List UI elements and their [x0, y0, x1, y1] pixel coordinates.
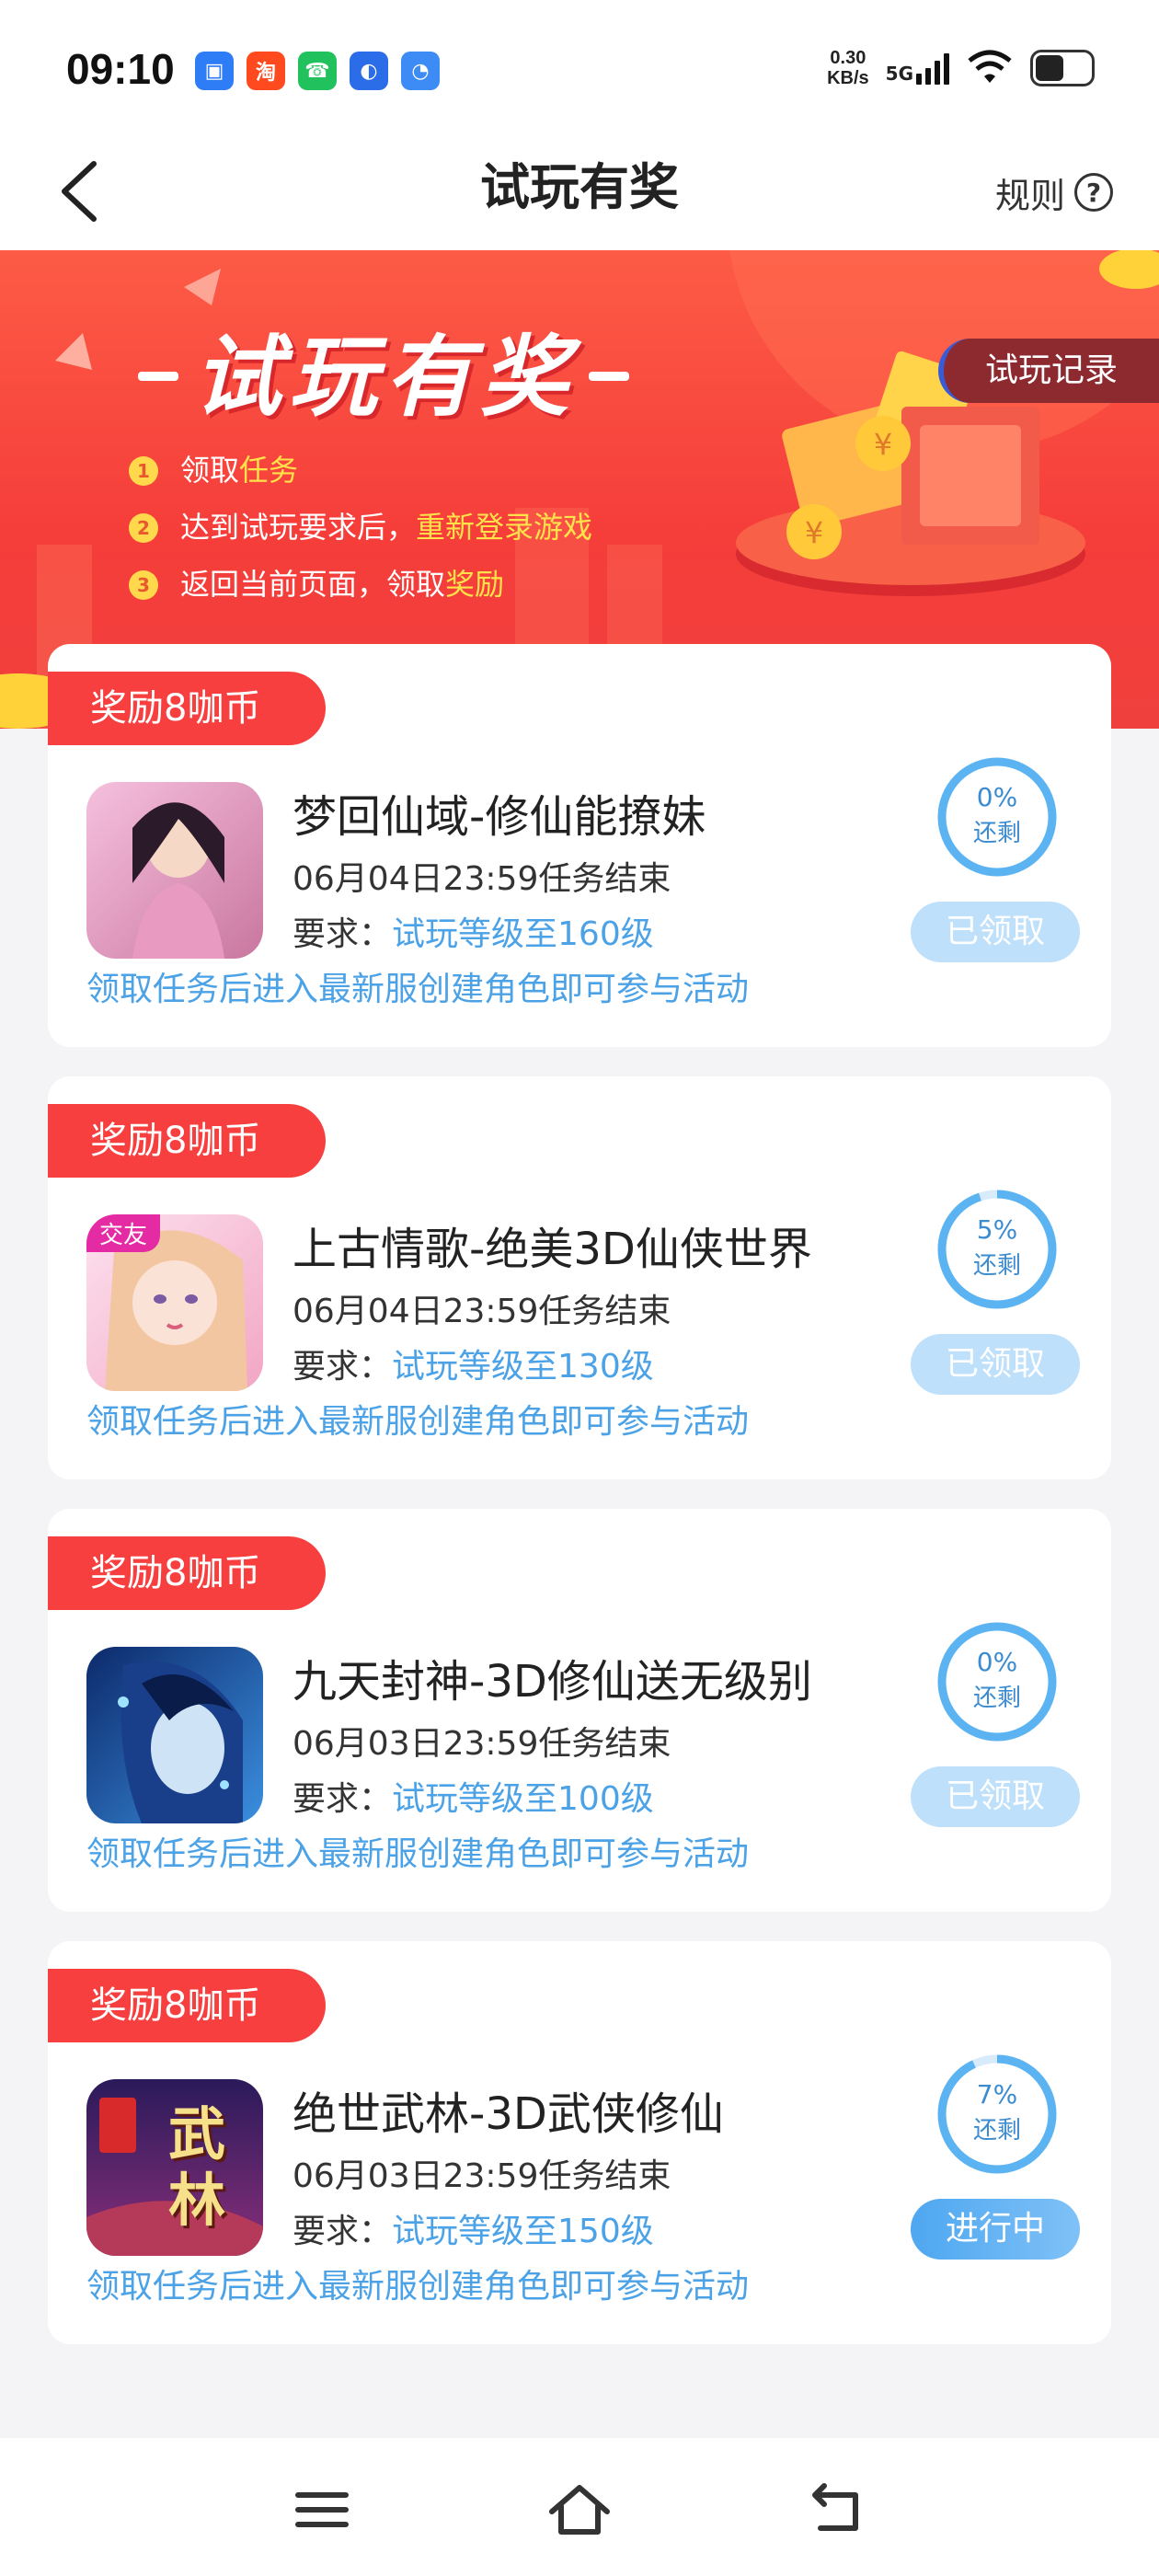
rules-label: 规则 — [994, 175, 1065, 216]
remaining-progress-ring: 5% 还剩 — [935, 1187, 1060, 1312]
task-card[interactable]: 奖励8咖币 交友 上古情歌-绝美3D仙侠世界 06月04日23:59任务结束 要… — [48, 1076, 1111, 1479]
wifi-icon — [968, 50, 1012, 83]
rules-button[interactable]: 规则 ? — [995, 160, 1113, 224]
game-title: 梦回仙域-修仙能撩妹 — [293, 791, 706, 843]
home-nav-button[interactable] — [543, 2473, 616, 2547]
task-card[interactable]: 奖励8咖币 武林 绝世武林-3D武侠修仙 06月03日23:59任务结束 要求：… — [48, 1941, 1111, 2344]
browser-app-icon: ◐ — [350, 52, 388, 90]
home-icon — [549, 2485, 610, 2535]
reward-tag: 奖励8咖币 — [48, 1536, 326, 1610]
remaining-progress-ring: 0% 还剩 — [935, 1619, 1060, 1744]
claimed-button[interactable]: 已领取 — [911, 1766, 1080, 1827]
status-time: 09:10 — [66, 45, 175, 93]
status-bar: 09:10 ▣ 淘 ☎ ◐ ◔ 0.30 KB/s 5G — [0, 0, 1159, 138]
game-icon-text: 武林 — [167, 2100, 225, 2234]
banner-step: 1 领取任务 — [129, 443, 592, 500]
title-dash-left — [138, 372, 178, 381]
banner-step: 2 达到试玩要求后，重新登录游戏 — [129, 500, 592, 558]
game-icon-jiutian[interactable] — [86, 1647, 263, 1823]
banner-step: 3 返回当前页面，领取奖励 — [129, 558, 592, 615]
trial-record-button[interactable]: 试玩记录 — [938, 339, 1159, 403]
game-icon-menghui[interactable] — [86, 782, 263, 959]
game-title: 九天封神-3D修仙送无级别 — [293, 1656, 812, 1708]
net-speed: 0.30 KB/s — [827, 48, 869, 88]
page-title: 试玩有奖 — [480, 158, 679, 216]
task-requirement: 要求：试玩等级至150级 — [293, 2213, 654, 2250]
remaining-progress-ring: 7% 还剩 — [935, 2052, 1060, 2177]
cloud-app-icon: ◔ — [401, 52, 440, 90]
reward-tag: 奖励8咖币 — [48, 1104, 326, 1178]
in-progress-button[interactable]: 进行中 — [911, 2199, 1080, 2260]
app-header: 试玩有奖 规则 ? — [0, 138, 1159, 250]
reward-tag: 奖励8咖币 — [48, 672, 326, 745]
task-note: 领取任务后进入最新服创建角色即可参与活动 — [86, 971, 750, 1008]
task-card[interactable]: 奖励8咖币 梦回仙域-修仙能撩妹 06月04日23:59任务结束 要求：试玩等级… — [48, 644, 1111, 1047]
battery-icon — [1030, 50, 1095, 86]
task-requirement: 要求：试玩等级至160级 — [293, 915, 654, 953]
remaining-progress-ring: 0% 还剩 — [935, 754, 1060, 880]
task-deadline: 06月03日23:59任务结束 — [293, 1725, 671, 1763]
svg-text:¥: ¥ — [874, 427, 892, 462]
task-deadline: 06月04日23:59任务结束 — [293, 1293, 671, 1330]
menu-nav-button[interactable] — [285, 2473, 359, 2547]
claimed-button[interactable]: 已领取 — [911, 1334, 1080, 1395]
back-nav-button[interactable] — [800, 2473, 874, 2547]
notification-app-icons: ▣ 淘 ☎ ◐ ◔ — [195, 52, 440, 90]
banner-title: 试玩有奖 — [193, 326, 576, 429]
task-requirement: 要求：试玩等级至100级 — [293, 1780, 654, 1818]
game-title: 上古情歌-绝美3D仙侠世界 — [293, 1224, 812, 1275]
menu-icon — [295, 2492, 349, 2527]
task-deadline: 06月04日23:59任务结束 — [293, 860, 671, 898]
return-icon — [812, 2483, 858, 2531]
task-card[interactable]: 奖励8咖币 九天封神-3D修仙送无级别 06月03日23:59任务结束 要求：试… — [48, 1509, 1111, 1912]
game-icon-shanggu[interactable]: 交友 — [86, 1214, 263, 1391]
game-icon-jueshi[interactable]: 武林 — [86, 2079, 263, 2256]
task-requirement: 要求：试玩等级至130级 — [293, 1348, 654, 1386]
claimed-button[interactable]: 已领取 — [911, 902, 1080, 962]
task-deadline: 06月03日23:59任务结束 — [293, 2157, 671, 2195]
game-title: 绝世武林-3D武侠修仙 — [293, 2088, 724, 2140]
status-indicators: 0.30 KB/s 5G — [827, 48, 1095, 88]
title-dash-right — [589, 372, 629, 381]
svg-text:¥: ¥ — [805, 515, 823, 550]
friend-badge: 交友 — [86, 1214, 161, 1252]
taobao-app-icon: 淘 — [247, 52, 285, 90]
phone-app-icon: ☎ — [298, 52, 337, 90]
task-note: 领取任务后进入最新服创建角色即可参与活动 — [86, 2268, 750, 2306]
system-nav-bar — [0, 2438, 1159, 2576]
task-note: 领取任务后进入最新服创建角色即可参与活动 — [86, 1835, 750, 1873]
task-note: 领取任务后进入最新服创建角色即可参与活动 — [86, 1403, 750, 1441]
help-icon: ? — [1074, 173, 1113, 212]
signal-icon: 5G — [886, 52, 949, 85]
shop-app-icon: ▣ — [195, 52, 234, 90]
reward-tag: 奖励8咖币 — [48, 1969, 326, 2042]
banner-steps: 1 领取任务 2 达到试玩要求后，重新登录游戏 3 返回当前页面，领取奖励 — [129, 443, 592, 615]
